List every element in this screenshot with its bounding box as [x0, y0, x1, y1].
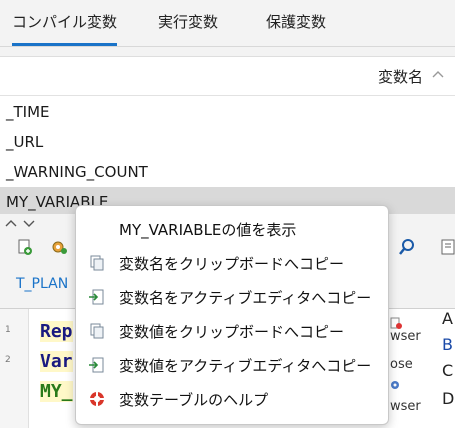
chevron-up-icon [432, 71, 444, 78]
edge-letter: B [442, 335, 453, 354]
tab-runtime-variables[interactable]: 実行変数 [158, 0, 218, 46]
edge-letter: A [442, 309, 453, 328]
menu-item-copy-name-editor[interactable]: 変数名をアクティブエディタへコピー [76, 280, 388, 314]
edge-letter: D [442, 389, 455, 408]
menu-item-variable-table-help[interactable]: 変数テーブルのヘルプ [76, 382, 388, 416]
menu-item-label: 変数名をクリップボードへコピー [119, 255, 345, 273]
search-icon[interactable] [398, 238, 416, 256]
menu-item-label: 変数テーブルのヘルプ [119, 391, 269, 409]
variables-table: 変数名 _TIME _URL _WARNING_COUNT MY_VARIABL… [0, 56, 455, 217]
editor-insert-icon [89, 357, 104, 373]
variable-tabs: コンパイル変数 実行変数 保護変数 [0, 0, 455, 47]
menu-item-label: 変数名をアクティブエディタへコピー [119, 289, 372, 307]
variable-row-warning-count[interactable]: _WARNING_COUNT [0, 157, 455, 187]
column-header-label: 変数名 [377, 68, 423, 86]
edge-letter: C [442, 361, 454, 380]
line-number: 2 [5, 355, 11, 365]
variable-row-time[interactable]: _TIME [0, 97, 455, 127]
code-line: Var [40, 351, 73, 372]
line-number-gutter: 1 2 [0, 309, 29, 428]
editor-tab-title[interactable]: T_PLAN [16, 276, 68, 292]
tab-protected-variables[interactable]: 保護変数 [266, 0, 326, 46]
close-label-fragment: ose [390, 357, 413, 372]
collapse-expand-icon[interactable] [0, 214, 60, 232]
code-line: Rep [40, 321, 73, 342]
gear-icon [391, 381, 399, 389]
menu-item-label: 変数値をクリップボードへコピー [119, 323, 345, 341]
line-number: 1 [5, 325, 11, 335]
new-file-icon[interactable] [16, 238, 34, 256]
code-line: MY_ [40, 381, 73, 402]
menu-item-copy-name-clipboard[interactable]: 変数名をクリップボードへコピー [76, 246, 388, 280]
document-icon[interactable] [440, 238, 455, 256]
tab-compile-variables[interactable]: コンパイル変数 [12, 0, 118, 46]
error-file-icon [390, 317, 402, 329]
browser-label-fragment: wser [390, 399, 421, 414]
clipboard-copy-icon [90, 323, 104, 339]
menu-item-copy-value-clipboard[interactable]: 変数値をクリップボードへコピー [76, 314, 388, 348]
menu-item-label: 変数値をアクティブエディタへコピー [119, 357, 372, 375]
menu-item-copy-value-editor[interactable]: 変数値をアクティブエディタへコピー [76, 348, 388, 382]
gear-icon[interactable] [50, 238, 68, 256]
editor-insert-icon [89, 289, 104, 305]
menu-item-label: MY_VARIABLEの値を表示 [119, 221, 297, 239]
clipboard-copy-icon [90, 255, 104, 271]
menu-item-show-value[interactable]: MY_VARIABLEの値を表示 [76, 212, 388, 246]
help-lifebuoy-icon [90, 392, 104, 406]
browser-label-fragment: wser [390, 329, 421, 344]
variable-context-menu: MY_VARIABLEの値を表示 変数名をクリップボードへコピー 変数名をアクテ… [75, 205, 389, 425]
column-header-variable-name[interactable]: 変数名 [0, 57, 455, 96]
variable-row-url[interactable]: _URL [0, 127, 455, 157]
